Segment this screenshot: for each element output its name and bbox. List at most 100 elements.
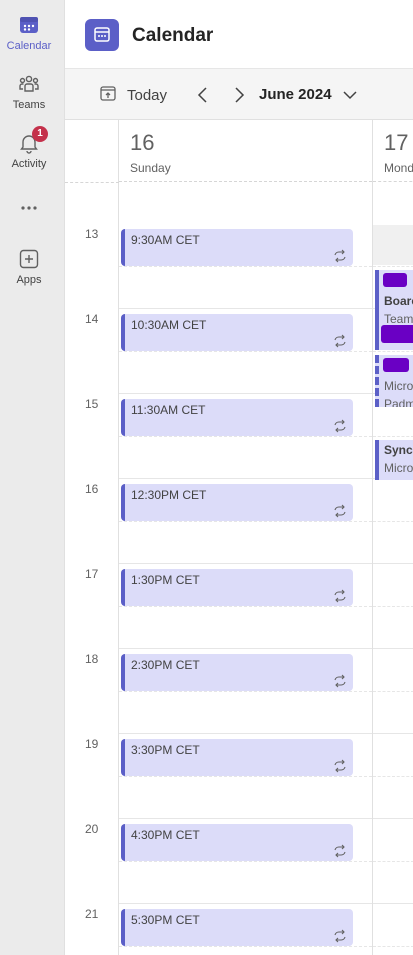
repeat-icon <box>334 419 346 433</box>
hour-label: 15 <box>85 397 99 411</box>
teams-icon <box>18 73 40 95</box>
calendar-event[interactable]: 5:30PM CET <box>121 909 353 946</box>
day-name: Sunday <box>130 161 171 175</box>
half-hour-line <box>373 436 413 437</box>
month-label[interactable]: June 2024 <box>259 86 332 103</box>
repeat-icon <box>334 929 346 943</box>
repeat-icon <box>334 249 346 263</box>
calendar-event[interactable]: 3:30PM CET <box>121 739 353 776</box>
day-column-monday[interactable]: 17 Mond Boar Team Micro Padm Sync Micro <box>373 120 413 955</box>
redaction-mark <box>383 273 407 287</box>
calendar-event[interactable]: 2:30PM CET <box>121 654 353 691</box>
half-hour-line <box>373 521 413 522</box>
month-picker-button[interactable] <box>340 85 360 105</box>
event-title: 1:30PM CET <box>131 573 200 587</box>
hour-label: 17 <box>85 567 99 581</box>
calendar-event[interactable]: 11:30AM CET <box>121 399 353 436</box>
repeat-icon <box>334 334 346 348</box>
page-header: Calendar <box>65 0 413 68</box>
hour-line <box>373 648 413 649</box>
half-hour-line <box>373 606 413 607</box>
hour-line <box>373 903 413 904</box>
calendar-event[interactable]: 9:30AM CET <box>121 229 353 266</box>
hour-label: 20 <box>85 822 99 836</box>
repeat-icon <box>334 504 346 518</box>
event-location: Teams <box>384 312 413 326</box>
event-organizer: Padm <box>384 397 413 407</box>
half-hour-line <box>373 266 413 267</box>
half-hour-line <box>119 351 372 352</box>
repeat-icon <box>334 589 346 603</box>
calendar-main: Calendar Today June 2024 13 14 15 16 17 … <box>64 0 413 955</box>
chevron-right-icon <box>235 87 245 103</box>
previous-week-button[interactable] <box>193 84 213 106</box>
more-icon <box>18 197 40 219</box>
off-hours-shading <box>373 225 413 265</box>
teams-app: Calendar Teams 1 Activity Apps Calendar … <box>0 0 413 955</box>
half-hour-line <box>373 946 413 947</box>
repeat-icon <box>334 674 346 688</box>
time-gutter: 13 14 15 16 17 18 19 20 21 <box>65 120 119 955</box>
hour-label: 21 <box>85 907 99 921</box>
event-title: 10:30AM CET <box>131 318 207 332</box>
rail-item-more[interactable] <box>0 197 58 223</box>
day-header[interactable]: 17 Mond <box>373 120 413 182</box>
all-day-area <box>373 183 413 225</box>
event-title: Sync <box>384 443 413 457</box>
hour-line <box>373 563 413 564</box>
activity-badge: 1 <box>32 126 48 142</box>
day-number: 17 <box>384 130 409 155</box>
calendar-event[interactable]: 1:30PM CET <box>121 569 353 606</box>
rail-item-teams[interactable]: Teams <box>0 73 58 111</box>
calendar-event[interactable]: Micro Padm <box>375 355 413 407</box>
hour-line <box>373 733 413 734</box>
half-hour-line <box>119 266 372 267</box>
rail-item-label: Calendar <box>6 40 52 52</box>
half-hour-line <box>119 436 372 437</box>
event-title: 5:30PM CET <box>131 913 200 927</box>
event-location: Micro <box>384 461 413 475</box>
chevron-down-icon <box>343 91 357 100</box>
bell-icon: 1 <box>18 126 48 154</box>
event-title: 11:30AM CET <box>131 403 206 417</box>
hour-label: 16 <box>85 482 99 496</box>
hour-label: 19 <box>85 737 99 751</box>
chevron-left-icon <box>197 87 207 103</box>
today-button[interactable]: Today <box>99 84 167 106</box>
half-hour-line <box>373 351 413 352</box>
day-header[interactable]: 16 Sunday <box>119 120 372 182</box>
half-hour-line <box>373 776 413 777</box>
half-hour-line <box>119 521 372 522</box>
hour-line <box>119 393 372 394</box>
calendar-app-icon <box>85 19 119 51</box>
event-title: 4:30PM CET <box>131 828 200 842</box>
hour-line <box>119 478 372 479</box>
hour-line <box>373 818 413 819</box>
rail-item-apps[interactable]: Apps <box>0 248 58 286</box>
calendar-event[interactable]: Sync Micro <box>375 440 413 480</box>
rail-item-activity[interactable]: 1 Activity <box>0 126 58 170</box>
calendar-event[interactable]: Boarc Teams <box>375 270 413 350</box>
gutter-divider <box>65 182 119 183</box>
redaction-mark <box>381 325 413 343</box>
calendar-event[interactable]: 12:30PM CET <box>121 484 353 521</box>
rail-item-label: Apps <box>16 274 42 286</box>
half-hour-line <box>373 861 413 862</box>
hour-label: 14 <box>85 312 99 326</box>
event-title: 2:30PM CET <box>131 658 200 672</box>
hour-label: 18 <box>85 652 99 666</box>
day-column-sunday[interactable]: 16 Sunday 9:30AM CET 10:30AM CET 11:30AM… <box>119 120 373 955</box>
calendar-event[interactable]: 10:30AM CET <box>121 314 353 351</box>
hour-line <box>119 563 372 564</box>
calendar-icon <box>18 14 40 36</box>
hour-line <box>119 308 372 309</box>
today-label: Today <box>127 86 168 104</box>
next-week-button[interactable] <box>229 84 249 106</box>
calendar-event[interactable]: 4:30PM CET <box>121 824 353 861</box>
page-title: Calendar <box>132 25 214 46</box>
hour-line <box>119 903 372 904</box>
half-hour-line <box>119 861 372 862</box>
event-location: Micro <box>384 379 413 393</box>
hour-line <box>119 648 372 649</box>
rail-item-calendar[interactable]: Calendar <box>0 14 58 52</box>
